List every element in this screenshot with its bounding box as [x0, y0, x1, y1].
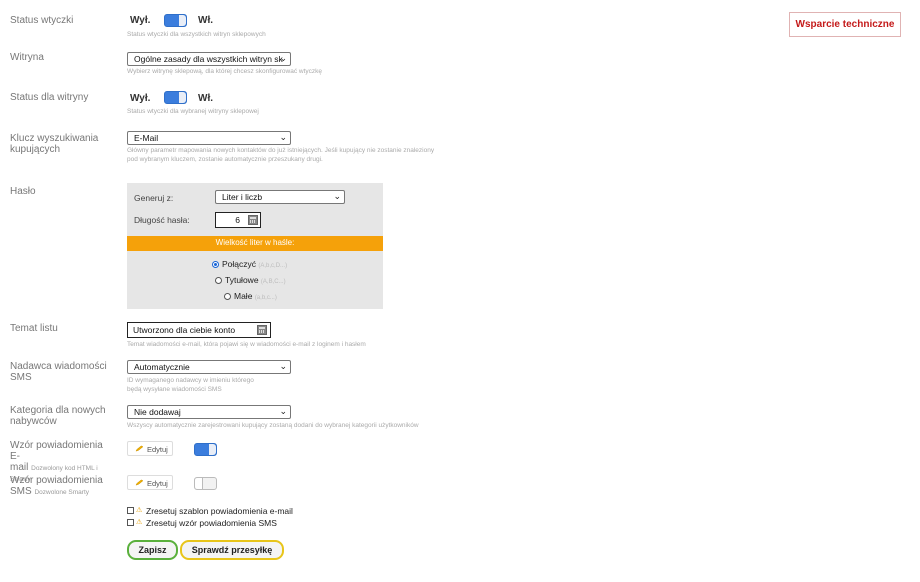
sms-sender-select[interactable]: Automatycznie ⌄ [127, 360, 291, 374]
case-option-mixed-label: Połączyć (A,b,c,D...) [222, 259, 288, 269]
status-store-label: Status dla witryny [10, 92, 89, 103]
calculator-icon[interactable] [257, 325, 267, 335]
check-shipment-button[interactable]: Sprawdź przesyłkę [180, 540, 284, 560]
status-plugin-label: Status wtyczki [10, 15, 74, 26]
store-help: Wybierz witrynę sklepową, dla której chc… [127, 68, 323, 75]
email-template-label-mail: mail [10, 462, 29, 473]
category-label-line2: nabywców [10, 416, 57, 427]
chevron-down-icon: ⌄ [279, 132, 287, 142]
sms-template-edit-label: Edytuj [147, 479, 168, 488]
sms-template-label-sms: SMS [10, 486, 32, 497]
case-option-mixed-radio[interactable] [212, 261, 219, 268]
store-select-value: Ogólne zasady dla wszystkich witryn sk [134, 54, 283, 64]
category-select-value: Nie dodawaj [134, 407, 181, 417]
case-option-title-label: Tytułowe (A,B,C...) [225, 275, 286, 285]
search-key-label: Klucz wyszukiwania kupujących [10, 133, 98, 155]
sms-sender-help: ID wymaganego nadawcy w imieniu którego … [127, 376, 254, 394]
chevron-down-icon: ⌄ [279, 406, 287, 416]
case-title-bar: Wielkość liter w haśle: [127, 236, 383, 251]
category-label-line1: Kategoria dla nowych [10, 405, 106, 416]
status-store-off-label: Wył. [130, 93, 151, 104]
status-plugin-on-label: Wł. [198, 15, 213, 26]
sms-template-label: Wzór powiadomienia SMS Dozwolone Smarty [10, 475, 115, 498]
save-button[interactable]: Zapisz [127, 540, 178, 560]
generate-select[interactable]: Liter i liczb ⌄ [215, 190, 345, 204]
reset-email-label: Zresetuj szablon powiadomienia e-mail [146, 506, 293, 516]
generate-label: Generuj z: [134, 193, 174, 203]
subject-input-value: Utworzono dla ciebie konto [133, 325, 236, 335]
chevron-down-icon: ⌄ [279, 361, 287, 371]
calculator-icon[interactable] [248, 215, 258, 225]
case-option-title-radio[interactable] [215, 277, 222, 284]
status-plugin-help: Status wtyczki dla wszystkich witryn skl… [127, 31, 266, 38]
sms-sender-label: Nadawca wiadomości SMS [10, 361, 107, 383]
email-template-label-note: Dozwolony kod HTML i [31, 465, 98, 472]
email-template-edit-label: Edytuj [147, 445, 168, 454]
chevron-down-icon: ⌄ [333, 191, 341, 201]
search-key-label-line2: kupujących [10, 144, 61, 155]
category-label: Kategoria dla nowych nabywców [10, 405, 106, 427]
search-key-help-line1: Główny parametr mapowania nowych kontakt… [127, 147, 435, 154]
sms-template-toggle[interactable] [194, 477, 217, 490]
status-plugin-toggle[interactable] [164, 14, 187, 27]
search-key-help: Główny parametr mapowania nowych kontakt… [127, 146, 434, 164]
warning-icon: ⚠ [136, 507, 143, 514]
category-help: Wszyscy automatycznie zarejestrowani kup… [127, 422, 419, 429]
sms-sender-label-line1: Nadawca wiadomości [10, 361, 107, 372]
subject-help: Temat wiadomości e-mail, która pojawi si… [127, 341, 366, 348]
pencil-icon [135, 445, 144, 452]
sms-template-edit-button[interactable]: Edytuj [127, 475, 173, 490]
reset-sms-checkbox[interactable] [127, 519, 134, 526]
status-store-help: Status wtyczki dla wybranej witryny skle… [127, 108, 259, 115]
warning-icon: ⚠ [136, 519, 143, 526]
search-key-help-line2: pod wybranym kluczem, zostanie automatyc… [127, 156, 323, 163]
reset-sms-label: Zresetuj wzór powiadomienia SMS [146, 518, 277, 528]
status-store-toggle[interactable] [164, 91, 187, 104]
sms-template-label-line1: Wzór powiadomienia [10, 475, 103, 486]
search-key-select[interactable]: E-Mail ⌄ [127, 131, 291, 145]
length-label: Długość hasła: [134, 215, 190, 225]
generate-select-value: Liter i liczb [222, 192, 263, 202]
status-store-on-label: Wł. [198, 93, 213, 104]
status-plugin-off-label: Wył. [130, 15, 151, 26]
category-select[interactable]: Nie dodawaj ⌄ [127, 405, 291, 419]
pencil-icon [135, 479, 144, 486]
password-label: Hasło [10, 186, 36, 197]
sms-template-label-note: Dozwolone Smarty [34, 489, 90, 496]
case-option-lower-radio[interactable] [224, 293, 231, 300]
subject-input[interactable]: Utworzono dla ciebie konto [127, 322, 271, 338]
support-button[interactable]: Wsparcie techniczne [789, 12, 901, 37]
reset-email-checkbox[interactable] [127, 507, 134, 514]
chevron-down-icon: ⌄ [279, 53, 287, 63]
length-input-value: 6 [235, 215, 240, 225]
store-label: Witryna [10, 52, 44, 63]
email-template-edit-button[interactable]: Edytuj [127, 441, 173, 456]
case-option-lower-label: Małe (a,b,c...) [234, 291, 277, 301]
sms-sender-help-line2: będą wysyłane wiadomości SMS [127, 386, 222, 393]
email-template-toggle[interactable] [194, 443, 217, 456]
email-template-label-line1: Wzór powiadomienia E- [10, 440, 103, 462]
sms-sender-select-value: Automatycznie [134, 362, 190, 372]
store-select[interactable]: Ogólne zasady dla wszystkich witryn sk ⌄ [127, 52, 291, 66]
search-key-label-line1: Klucz wyszukiwania [10, 133, 99, 144]
subject-label: Temat listu [10, 323, 58, 334]
sms-sender-label-line2: SMS [10, 372, 32, 383]
sms-sender-help-line1: ID wymaganego nadawcy w imieniu którego [127, 377, 254, 384]
search-key-select-value: E-Mail [134, 133, 159, 143]
